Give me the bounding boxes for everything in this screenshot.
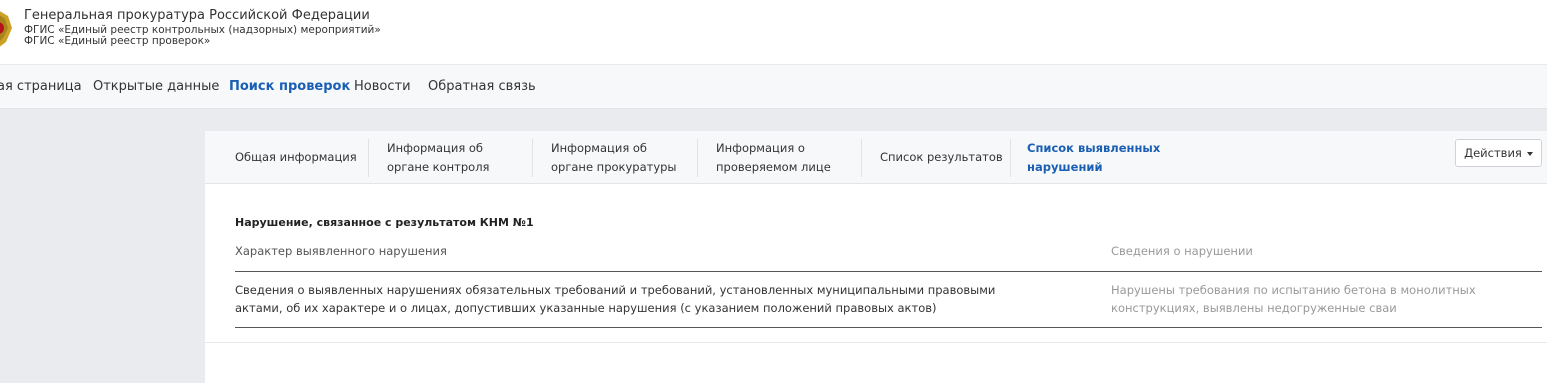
- tab-label: Список результатов: [880, 150, 1003, 164]
- tab-general-info[interactable]: Общая информация: [235, 131, 365, 184]
- section-divider: [205, 342, 1547, 343]
- main-nav: ая страница Открытые данные Поиск провер…: [0, 64, 1547, 109]
- tab-bar: Общая информация Информация об органе ко…: [205, 131, 1547, 184]
- caret-down-icon: [1526, 152, 1533, 156]
- tab-divider: [861, 139, 862, 177]
- tab-violations-list[interactable]: Список выявленных нарушений: [1027, 131, 1167, 184]
- actions-label: Действия: [1464, 146, 1522, 160]
- nav-item-feedback[interactable]: Обратная связь: [428, 79, 536, 94]
- tab-label: Информация о проверяемом лице: [716, 140, 831, 174]
- tab-divider: [368, 139, 369, 177]
- tab-label: Информация об органе контроля: [387, 140, 490, 174]
- coat-of-arms-icon[interactable]: [0, 4, 18, 52]
- tab-inspected-entity[interactable]: Информация о проверяемом лице: [716, 131, 851, 184]
- nav-item-home[interactable]: ая страница: [0, 79, 82, 94]
- column-header-violation-details: Сведения о нарушении: [1111, 244, 1253, 258]
- table-bottom-rule: [235, 327, 1542, 328]
- violation-title: Нарушение, связанное с результатом КНМ №…: [235, 216, 534, 229]
- nav-item-news[interactable]: Новости: [354, 79, 411, 94]
- violation-nature-cell: Сведения о выявленных нарушениях обязате…: [235, 283, 996, 315]
- tab-label: Информация об органе прокуратуры: [551, 140, 677, 174]
- site-header: Генеральная прокуратура Российской Федер…: [0, 0, 1547, 64]
- tab-divider: [1010, 139, 1011, 177]
- tab-control-body[interactable]: Информация об органе контроля: [387, 131, 527, 184]
- tab-label: Общая информация: [235, 150, 357, 164]
- tab-divider: [697, 139, 698, 177]
- actions-dropdown-button[interactable]: Действия: [1455, 139, 1542, 167]
- nav-item-search-inspections[interactable]: Поиск проверок: [229, 79, 350, 94]
- inspection-card: Общая информация Информация об органе ко…: [205, 131, 1547, 383]
- column-header-violation-nature: Характер выявленного нарушения: [235, 244, 447, 258]
- org-name: Генеральная прокуратура Российской Федер…: [24, 8, 370, 23]
- tab-divider: [532, 139, 533, 177]
- registry-subtitle-secondary: ФГИС «Единый реестр проверок»: [24, 35, 211, 47]
- tab-results-list[interactable]: Список результатов: [880, 131, 1010, 184]
- nav-item-open-data[interactable]: Открытые данные: [93, 79, 219, 94]
- tab-label: Список выявленных нарушений: [1027, 140, 1161, 174]
- table-header-rule: [235, 271, 1542, 272]
- tab-prosecutor-body[interactable]: Информация об органе прокуратуры: [551, 131, 691, 184]
- violation-details-cell: Нарушены требования по испытанию бетона …: [1111, 283, 1476, 315]
